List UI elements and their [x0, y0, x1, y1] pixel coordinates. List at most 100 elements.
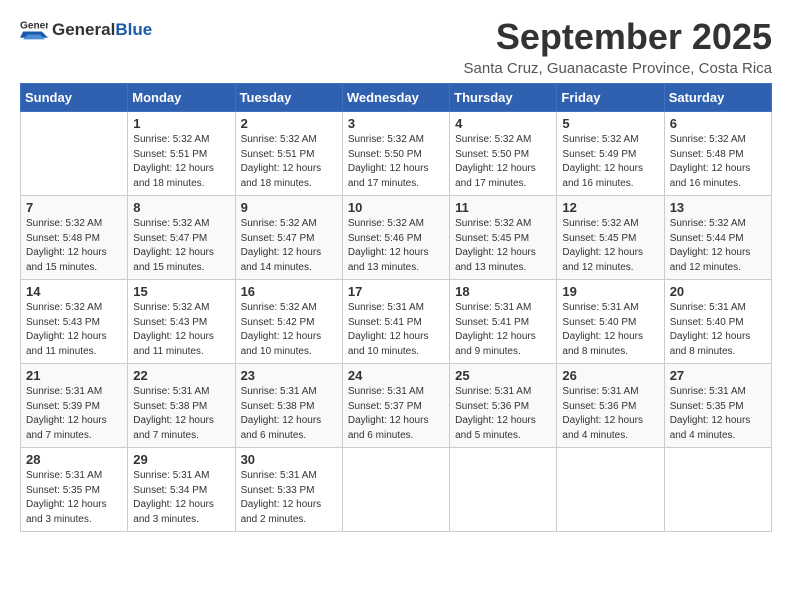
- subtitle: Santa Cruz, Guanacaste Province, Costa R…: [464, 60, 772, 77]
- calendar-cell: 27 Sunrise: 5:31 AM Sunset: 5:35 PM Dayli…: [664, 364, 771, 448]
- cell-content: Sunrise: 5:31 AM Sunset: 5:34 PM Dayligh…: [133, 469, 229, 527]
- cell-content: Sunrise: 5:31 AM Sunset: 5:41 PM Dayligh…: [455, 301, 551, 359]
- week-row-2: 7 Sunrise: 5:32 AM Sunset: 5:48 PM Daylig…: [21, 196, 772, 280]
- day-number: 30: [241, 452, 337, 467]
- day-number: 8: [133, 200, 229, 215]
- day-number: 15: [133, 284, 229, 299]
- day-number: 4: [455, 116, 551, 131]
- svg-text:General: General: [20, 20, 48, 31]
- day-number: 9: [241, 200, 337, 215]
- day-number: 28: [26, 452, 122, 467]
- calendar-cell: 29Sunrise: 5:31 AM Sunset: 5:34 PM Dayli…: [128, 448, 235, 532]
- weekday-header-row: SundayMondayTuesdayWednesdayThursdayFrid…: [21, 84, 772, 112]
- title-area: September 2025 Santa Cruz, Guanacaste Pr…: [464, 16, 772, 77]
- calendar-cell: 20 Sunrise: 5:31 AM Sunset: 5:40 PM Dayli…: [664, 280, 771, 364]
- calendar-cell: 21 Sunrise: 5:31 AM Sunset: 5:39 PM Dayli…: [21, 364, 128, 448]
- calendar-cell: 15 Sunrise: 5:32 AM Sunset: 5:43 PM Dayli…: [128, 280, 235, 364]
- calendar-cell: 17Sunrise: 5:31 AM Sunset: 5:41 PM Dayli…: [342, 280, 449, 364]
- logo-blue: Blue: [115, 20, 152, 39]
- day-number: 20: [670, 284, 766, 299]
- calendar-cell: 25 Sunrise: 5:31 AM Sunset: 5:36 PM Dayli…: [450, 364, 557, 448]
- weekday-header-friday: Friday: [557, 84, 664, 112]
- day-number: 5: [562, 116, 658, 131]
- cell-content: Sunrise: 5:32 AM Sunset: 5:50 PM Dayligh…: [455, 133, 551, 191]
- weekday-header-monday: Monday: [128, 84, 235, 112]
- weekday-header-thursday: Thursday: [450, 84, 557, 112]
- day-number: 25: [455, 368, 551, 383]
- cell-content: Sunrise: 5:31 AM Sunset: 5:38 PM Dayligh…: [133, 385, 229, 443]
- header: General GeneralBlue September 2025 Santa…: [20, 16, 772, 77]
- calendar-cell: 22 Sunrise: 5:31 AM Sunset: 5:38 PM Dayli…: [128, 364, 235, 448]
- calendar-cell: 24Sunrise: 5:31 AM Sunset: 5:37 PM Dayli…: [342, 364, 449, 448]
- logo-icon: General: [20, 16, 48, 44]
- day-number: 13: [670, 200, 766, 215]
- calendar-cell: [557, 448, 664, 532]
- day-number: 12: [562, 200, 658, 215]
- cell-content: Sunrise: 5:31 AM Sunset: 5:33 PM Dayligh…: [241, 469, 337, 527]
- calendar-cell: 12 Sunrise: 5:32 AM Sunset: 5:45 PM Dayli…: [557, 196, 664, 280]
- calendar-cell: 1 Sunrise: 5:32 AM Sunset: 5:51 PM Daylig…: [128, 112, 235, 196]
- day-number: 6: [670, 116, 766, 131]
- calendar-cell: 2Sunrise: 5:32 AM Sunset: 5:51 PM Daylig…: [235, 112, 342, 196]
- cell-content: Sunrise: 5:32 AM Sunset: 5:47 PM Dayligh…: [241, 217, 337, 275]
- calendar-cell: [450, 448, 557, 532]
- calendar-cell: 3 Sunrise: 5:32 AM Sunset: 5:50 PM Daylig…: [342, 112, 449, 196]
- day-number: 11: [455, 200, 551, 215]
- day-number: 1: [133, 116, 229, 131]
- calendar-cell: 4 Sunrise: 5:32 AM Sunset: 5:50 PM Daylig…: [450, 112, 557, 196]
- day-number: 22: [133, 368, 229, 383]
- logo: General GeneralBlue: [20, 16, 152, 44]
- day-number: 18: [455, 284, 551, 299]
- cell-content: Sunrise: 5:31 AM Sunset: 5:36 PM Dayligh…: [455, 385, 551, 443]
- calendar-cell: 9 Sunrise: 5:32 AM Sunset: 5:47 PM Daylig…: [235, 196, 342, 280]
- cell-content: Sunrise: 5:32 AM Sunset: 5:44 PM Dayligh…: [670, 217, 766, 275]
- cell-content: Sunrise: 5:32 AM Sunset: 5:48 PM Dayligh…: [26, 217, 122, 275]
- cell-content: Sunrise: 5:31 AM Sunset: 5:35 PM Dayligh…: [670, 385, 766, 443]
- calendar-cell: 6 Sunrise: 5:32 AM Sunset: 5:48 PM Daylig…: [664, 112, 771, 196]
- cell-content: Sunrise: 5:32 AM Sunset: 5:49 PM Dayligh…: [562, 133, 658, 191]
- weekday-header-tuesday: Tuesday: [235, 84, 342, 112]
- day-number: 21: [26, 368, 122, 383]
- calendar-cell: 10Sunrise: 5:32 AM Sunset: 5:46 PM Dayli…: [342, 196, 449, 280]
- cell-content: Sunrise: 5:32 AM Sunset: 5:46 PM Dayligh…: [348, 217, 444, 275]
- calendar-table: SundayMondayTuesdayWednesdayThursdayFrid…: [20, 83, 772, 532]
- calendar-cell: 8Sunrise: 5:32 AM Sunset: 5:47 PM Daylig…: [128, 196, 235, 280]
- cell-content: Sunrise: 5:31 AM Sunset: 5:36 PM Dayligh…: [562, 385, 658, 443]
- cell-content: Sunrise: 5:32 AM Sunset: 5:50 PM Dayligh…: [348, 133, 444, 191]
- week-row-4: 21 Sunrise: 5:31 AM Sunset: 5:39 PM Dayli…: [21, 364, 772, 448]
- cell-content: Sunrise: 5:32 AM Sunset: 5:43 PM Dayligh…: [133, 301, 229, 359]
- day-number: 16: [241, 284, 337, 299]
- calendar-cell: 23Sunrise: 5:31 AM Sunset: 5:38 PM Dayli…: [235, 364, 342, 448]
- week-row-3: 14 Sunrise: 5:32 AM Sunset: 5:43 PM Dayli…: [21, 280, 772, 364]
- cell-content: Sunrise: 5:31 AM Sunset: 5:40 PM Dayligh…: [670, 301, 766, 359]
- day-number: 3: [348, 116, 444, 131]
- week-row-1: 1 Sunrise: 5:32 AM Sunset: 5:51 PM Daylig…: [21, 112, 772, 196]
- calendar-cell: 11Sunrise: 5:32 AM Sunset: 5:45 PM Dayli…: [450, 196, 557, 280]
- calendar-cell: 13 Sunrise: 5:32 AM Sunset: 5:44 PM Dayli…: [664, 196, 771, 280]
- day-number: 7: [26, 200, 122, 215]
- calendar-cell: 28Sunrise: 5:31 AM Sunset: 5:35 PM Dayli…: [21, 448, 128, 532]
- weekday-header-wednesday: Wednesday: [342, 84, 449, 112]
- month-title: September 2025: [464, 16, 772, 58]
- cell-content: Sunrise: 5:32 AM Sunset: 5:51 PM Dayligh…: [133, 133, 229, 191]
- day-number: 2: [241, 116, 337, 131]
- calendar-cell: 7 Sunrise: 5:32 AM Sunset: 5:48 PM Daylig…: [21, 196, 128, 280]
- day-number: 24: [348, 368, 444, 383]
- calendar-cell: 16Sunrise: 5:32 AM Sunset: 5:42 PM Dayli…: [235, 280, 342, 364]
- calendar-cell: 26Sunrise: 5:31 AM Sunset: 5:36 PM Dayli…: [557, 364, 664, 448]
- calendar-cell: 18 Sunrise: 5:31 AM Sunset: 5:41 PM Dayli…: [450, 280, 557, 364]
- calendar-cell: [21, 112, 128, 196]
- cell-content: Sunrise: 5:32 AM Sunset: 5:45 PM Dayligh…: [562, 217, 658, 275]
- day-number: 23: [241, 368, 337, 383]
- cell-content: Sunrise: 5:31 AM Sunset: 5:40 PM Dayligh…: [562, 301, 658, 359]
- cell-content: Sunrise: 5:31 AM Sunset: 5:39 PM Dayligh…: [26, 385, 122, 443]
- week-row-5: 28Sunrise: 5:31 AM Sunset: 5:35 PM Dayli…: [21, 448, 772, 532]
- calendar-cell: 5 Sunrise: 5:32 AM Sunset: 5:49 PM Daylig…: [557, 112, 664, 196]
- calendar-cell: [664, 448, 771, 532]
- day-number: 14: [26, 284, 122, 299]
- cell-content: Sunrise: 5:31 AM Sunset: 5:41 PM Dayligh…: [348, 301, 444, 359]
- cell-content: Sunrise: 5:32 AM Sunset: 5:48 PM Dayligh…: [670, 133, 766, 191]
- calendar-cell: 19Sunrise: 5:31 AM Sunset: 5:40 PM Dayli…: [557, 280, 664, 364]
- weekday-header-sunday: Sunday: [21, 84, 128, 112]
- day-number: 27: [670, 368, 766, 383]
